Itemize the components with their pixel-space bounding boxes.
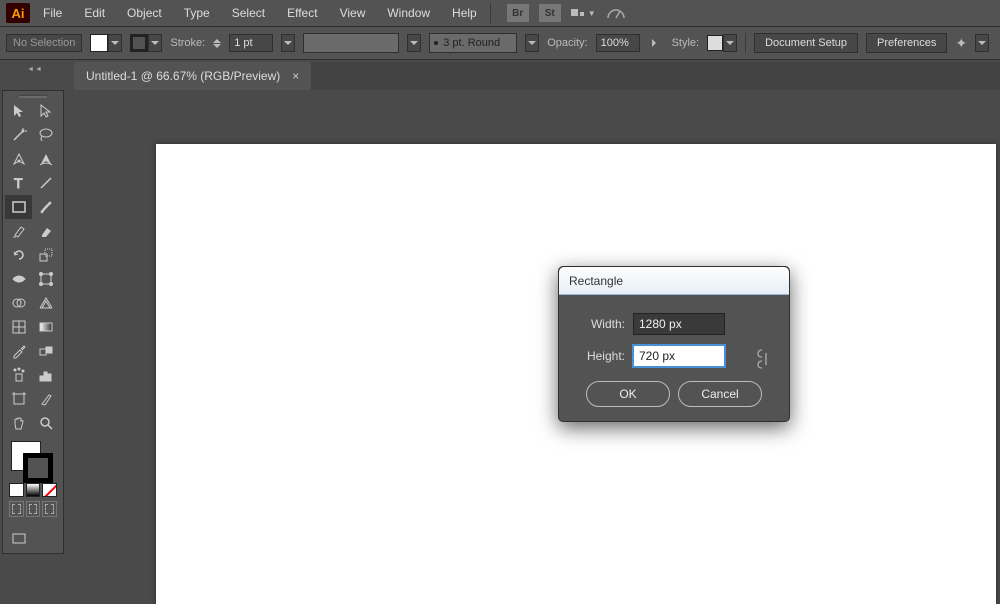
pen-tool[interactable]: [5, 147, 32, 171]
ok-button[interactable]: OK: [586, 381, 670, 407]
opacity-expand-icon[interactable]: [648, 34, 664, 52]
type-tool[interactable]: T: [5, 171, 32, 195]
cancel-button[interactable]: Cancel: [678, 381, 762, 407]
tools-panel: T: [2, 90, 64, 554]
dialog-titlebar[interactable]: Rectangle: [559, 267, 789, 295]
document-tab[interactable]: Untitled-1 @ 66.67% (RGB/Preview) ×: [74, 62, 311, 90]
menu-type[interactable]: Type: [175, 2, 219, 24]
menu-effect[interactable]: Effect: [278, 2, 326, 24]
curvature-tool[interactable]: [32, 147, 59, 171]
width-label: Width:: [575, 317, 625, 331]
magic-wand-tool[interactable]: [5, 123, 32, 147]
control-bar: No Selection Stroke: 3 pt. Round Opacity…: [0, 26, 1000, 60]
close-tab-icon[interactable]: ×: [292, 69, 299, 83]
align-dropdown[interactable]: [975, 34, 989, 52]
stroke-label[interactable]: Stroke:: [170, 37, 205, 49]
separator: [745, 33, 746, 53]
menu-file[interactable]: File: [34, 2, 71, 24]
fill-stroke-indicator[interactable]: [5, 439, 61, 483]
eraser-tool[interactable]: [32, 219, 59, 243]
document-tab-bar: Untitled-1 @ 66.67% (RGB/Preview) ×: [74, 62, 1000, 90]
shape-builder-tool[interactable]: [5, 291, 32, 315]
collapse-panel-icon[interactable]: [0, 62, 70, 76]
menu-select[interactable]: Select: [223, 2, 274, 24]
blend-tool[interactable]: [32, 339, 59, 363]
gradient-tool[interactable]: [32, 315, 59, 339]
artboard-tool[interactable]: [5, 387, 32, 411]
width-tool[interactable]: [5, 267, 32, 291]
graphic-style-swatch[interactable]: [707, 34, 737, 52]
stroke-color-icon[interactable]: [23, 453, 53, 483]
selection-tool[interactable]: [5, 99, 32, 123]
menu-window[interactable]: Window: [378, 2, 439, 24]
drawing-mode-row: [5, 501, 61, 521]
draw-normal-icon[interactable]: [9, 501, 24, 517]
draw-inside-icon[interactable]: [42, 501, 57, 517]
symbol-sprayer-tool[interactable]: [5, 363, 32, 387]
menu-bar: Ai File Edit Object Type Select Effect V…: [0, 0, 1000, 26]
zoom-tool[interactable]: [32, 411, 59, 435]
menu-help[interactable]: Help: [443, 2, 486, 24]
color-mode-row: [5, 483, 61, 501]
width-input[interactable]: [633, 313, 725, 335]
arrange-documents-icon[interactable]: ▼: [571, 9, 596, 18]
brush-dropdown[interactable]: [525, 34, 539, 52]
rectangle-dialog: Rectangle Width: Height: OK Cancel: [558, 266, 790, 422]
eyedropper-tool[interactable]: [5, 339, 32, 363]
document-setup-button[interactable]: Document Setup: [754, 33, 858, 53]
opacity-input[interactable]: [596, 34, 640, 52]
stroke-weight-stepper[interactable]: [213, 35, 221, 52]
opacity-label[interactable]: Opacity:: [547, 37, 587, 49]
app-logo-icon: Ai: [6, 3, 30, 23]
stock-icon[interactable]: St: [539, 4, 561, 22]
style-label[interactable]: Style:: [672, 37, 700, 49]
gpu-preview-icon[interactable]: [606, 6, 626, 20]
variable-width-dropdown[interactable]: [407, 34, 421, 52]
bridge-icon[interactable]: Br: [507, 4, 529, 22]
column-graph-tool[interactable]: [32, 363, 59, 387]
fill-swatch[interactable]: [90, 34, 122, 52]
selection-indicator[interactable]: No Selection: [6, 34, 82, 52]
menu-view[interactable]: View: [331, 2, 375, 24]
height-label: Height:: [575, 349, 625, 363]
menubar-extras: Br St ▼: [507, 4, 626, 22]
lasso-tool[interactable]: [32, 123, 59, 147]
color-solid-icon[interactable]: [9, 483, 24, 497]
stroke-weight-input[interactable]: [229, 34, 273, 52]
menu-edit[interactable]: Edit: [75, 2, 114, 24]
direct-selection-tool[interactable]: [32, 99, 59, 123]
scale-tool[interactable]: [32, 243, 59, 267]
menu-object[interactable]: Object: [118, 2, 171, 24]
screen-mode-icon[interactable]: [5, 527, 32, 551]
line-segment-tool[interactable]: [32, 171, 59, 195]
brush-definition[interactable]: 3 pt. Round: [429, 33, 517, 53]
free-transform-tool[interactable]: [32, 267, 59, 291]
svg-text:T: T: [14, 175, 23, 191]
color-none-icon[interactable]: [42, 483, 57, 497]
height-input[interactable]: [633, 345, 725, 367]
stroke-swatch[interactable]: [130, 34, 162, 52]
separator: [490, 3, 491, 23]
mesh-tool[interactable]: [5, 315, 32, 339]
stroke-weight-dropdown[interactable]: [281, 34, 295, 52]
slice-tool[interactable]: [32, 387, 59, 411]
rotate-tool[interactable]: [5, 243, 32, 267]
color-gradient-icon[interactable]: [26, 483, 41, 497]
paintbrush-tool[interactable]: [32, 195, 59, 219]
canvas-area[interactable]: [74, 90, 1000, 565]
preferences-button[interactable]: Preferences: [866, 33, 947, 53]
shaper-tool[interactable]: [5, 219, 32, 243]
align-to-icon[interactable]: ✦: [955, 35, 967, 52]
draw-behind-icon[interactable]: [26, 501, 41, 517]
document-tab-title: Untitled-1 @ 66.67% (RGB/Preview): [86, 69, 280, 83]
hand-tool[interactable]: [5, 411, 32, 435]
rectangle-tool[interactable]: [5, 195, 32, 219]
constrain-proportions-icon[interactable]: [755, 347, 769, 374]
perspective-grid-tool[interactable]: [32, 291, 59, 315]
variable-width-profile[interactable]: [303, 33, 399, 53]
